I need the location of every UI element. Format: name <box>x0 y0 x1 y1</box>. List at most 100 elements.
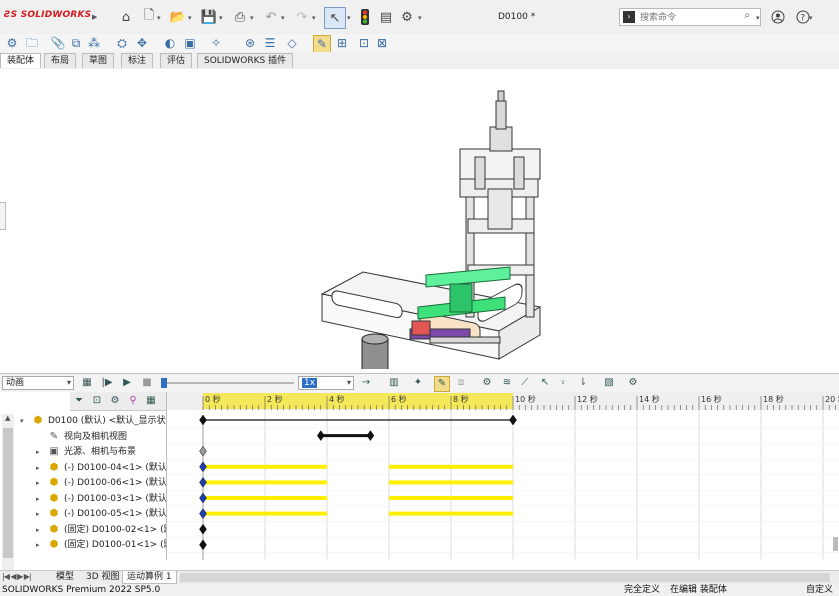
tree-row[interactable]: ▸ ⬢ (固定) D0100-01<1> (默认) <box>0 538 166 553</box>
change-bar[interactable] <box>203 511 327 516</box>
change-bar[interactable] <box>389 464 513 469</box>
sidebar-toggle-handle[interactable] <box>0 202 6 230</box>
tab-model[interactable]: 模型 <box>52 571 78 584</box>
instant3d-icon[interactable]: ✎ <box>313 35 331 53</box>
filter-driving-icon[interactable]: ⚙ <box>108 394 122 408</box>
filter-results-icon[interactable]: ▦ <box>144 394 158 408</box>
key-point[interactable] <box>199 461 207 473</box>
motor-icon[interactable]: ⚙ <box>480 376 494 390</box>
command-search[interactable]: › ⌕ <box>619 8 761 26</box>
mate-icon[interactable]: 📎 <box>50 35 66 51</box>
change-bar[interactable] <box>203 496 327 500</box>
results-plots-icon[interactable]: ▧ <box>602 376 616 390</box>
file-properties-icon[interactable]: ▤ <box>377 8 395 26</box>
key-point[interactable] <box>316 430 325 442</box>
change-bar[interactable] <box>389 511 513 516</box>
damper-icon[interactable]: ⇂ <box>576 376 590 390</box>
stop-icon[interactable]: ■ <box>140 376 154 390</box>
tab-assembly[interactable]: 装配体 <box>0 53 42 68</box>
show-hidden-icon[interactable]: ◐ <box>162 35 178 51</box>
redo-icon[interactable]: ↷ <box>293 8 311 26</box>
reference-geometry-icon[interactable]: ✧ <box>208 35 224 51</box>
chevron-down-icon[interactable]: ▾ <box>219 14 223 22</box>
new-motion-study-icon[interactable]: ⊛ <box>242 35 258 51</box>
tab-solidworks-addins[interactable]: SOLIDWORKS 插件 <box>197 53 294 68</box>
key-point[interactable] <box>199 476 207 488</box>
expander-icon[interactable]: ▸ <box>36 445 40 460</box>
chevron-down-icon[interactable]: ▾ <box>756 14 760 22</box>
large-assembly-icon[interactable]: ⊠ <box>374 35 390 51</box>
study-properties-gear-icon[interactable]: ⚙ <box>626 376 640 390</box>
change-bar[interactable] <box>203 464 327 469</box>
open-file-icon[interactable]: 📂 <box>169 8 187 26</box>
tree-row[interactable]: ▾ ⬢ D0100 (默认) <默认_显示状态 <box>0 414 166 429</box>
new-document-icon[interactable]: 🗋 <box>140 8 158 26</box>
traffic-light-icon[interactable] <box>356 8 374 26</box>
add-update-key-icon[interactable]: ⧈ <box>454 376 468 390</box>
force-icon[interactable]: ⍤ <box>556 376 570 390</box>
tab-markup[interactable]: 标注 <box>121 53 154 68</box>
expander-icon[interactable]: ▾ <box>20 414 24 429</box>
undo-icon[interactable]: ↶ <box>262 8 280 26</box>
contact-icon[interactable]: ⟋ <box>518 376 532 390</box>
linear-pattern-icon[interactable]: ⁂ <box>86 35 102 51</box>
chevron-down-icon[interactable]: ▾ <box>281 14 285 22</box>
playback-slider[interactable] <box>160 377 296 389</box>
spring-icon[interactable]: ≋ <box>500 376 514 390</box>
user-account-icon[interactable] <box>769 8 787 26</box>
key-point[interactable] <box>509 414 517 426</box>
tab-sketch[interactable]: 草图 <box>82 53 115 68</box>
timeline-area[interactable]: 0 秒 2 秒 4 秒 6 秒 8 秒 10 秒 12 秒 14 秒 16 秒 18 秒 20 秒 <box>167 392 839 569</box>
save-icon[interactable]: 💾 <box>200 8 218 26</box>
chevron-down-icon[interactable]: ▾ <box>157 14 161 22</box>
timeline-canvas[interactable]: 0 秒 2 秒 4 秒 6 秒 8 秒 10 秒 12 秒 14 秒 16 秒 18 秒 20 秒 <box>167 392 839 569</box>
key-point[interactable] <box>199 508 207 520</box>
key-point[interactable] <box>199 492 207 504</box>
smart-fasteners-icon[interactable]: ⛭ <box>114 35 130 51</box>
exploded-view-icon[interactable]: ◇ <box>284 35 300 51</box>
tree-row[interactable]: ✎ 视向及相机视图 <box>0 430 166 445</box>
gravity-icon[interactable]: ↖ <box>538 376 552 390</box>
expander-icon[interactable]: ▸ <box>36 476 40 491</box>
assembly-features-icon[interactable]: ▣ <box>182 35 198 51</box>
edit-component-icon[interactable]: ⚙ <box>4 35 20 51</box>
expander-icon[interactable]: ▸ <box>36 507 40 522</box>
tree-row[interactable]: ▸ ⬢ (-) D0100-05<1> (默认) <box>0 507 166 522</box>
filter-selected-icon[interactable]: ⚲ <box>126 394 140 408</box>
units-custom[interactable]: 自定义 <box>806 584 833 596</box>
playback-mode-icon[interactable]: → <box>359 376 373 390</box>
menu-expand-icon[interactable]: ▶ <box>92 13 97 21</box>
filter-icon[interactable]: ⏷ <box>72 394 86 408</box>
chevron-down-icon[interactable]: ▾ <box>809 14 813 22</box>
take-snapshot-icon[interactable]: ⊡ <box>356 35 372 51</box>
tab-evaluate[interactable]: 评估 <box>160 53 193 68</box>
filter-animated-icon[interactable]: ⊡ <box>90 394 104 408</box>
bill-of-materials-icon[interactable]: ☰ <box>262 35 278 51</box>
horizontal-scrollbar[interactable] <box>180 573 830 582</box>
update-speedpak-icon[interactable]: ⊞ <box>334 35 350 51</box>
animation-wizard-icon[interactable]: ✦ <box>411 376 425 390</box>
key-point[interactable] <box>199 445 207 457</box>
graphics-area[interactable] <box>0 69 839 369</box>
key-point[interactable] <box>199 539 207 551</box>
tab-3d-views[interactable]: 3D 视图 <box>82 571 124 584</box>
expander-icon[interactable]: ▸ <box>36 461 40 476</box>
print-icon[interactable]: ⎙ <box>231 8 249 26</box>
insert-components-icon[interactable]: 🗀 <box>24 35 40 51</box>
key-point[interactable] <box>199 414 207 426</box>
key-point[interactable] <box>199 523 207 535</box>
calculate-icon[interactable]: ▦ <box>80 376 94 390</box>
select-cursor-icon[interactable]: ↖ <box>324 7 346 29</box>
tab-scroll-arrows-icon[interactable]: |◀ ◀ ▶ ▶| <box>2 572 32 581</box>
chevron-down-icon[interactable]: ▾ <box>418 14 422 22</box>
chevron-down-icon[interactable]: ▾ <box>347 14 351 22</box>
tree-row[interactable]: ▸ ⬢ (固定) D0100-02<1> (默认) <box>0 523 166 538</box>
component-preview-icon[interactable]: ⧉ <box>68 35 84 51</box>
play-from-start-icon[interactable]: |▶ <box>100 376 114 390</box>
move-component-icon[interactable]: ✥ <box>134 35 150 51</box>
playback-speed-select[interactable]: 1x ▾ <box>298 376 354 390</box>
timeline-scroll-handle[interactable] <box>833 537 838 551</box>
tab-layout[interactable]: 布局 <box>44 53 77 68</box>
expander-icon[interactable]: ▸ <box>36 492 40 507</box>
search-input[interactable] <box>638 10 742 26</box>
